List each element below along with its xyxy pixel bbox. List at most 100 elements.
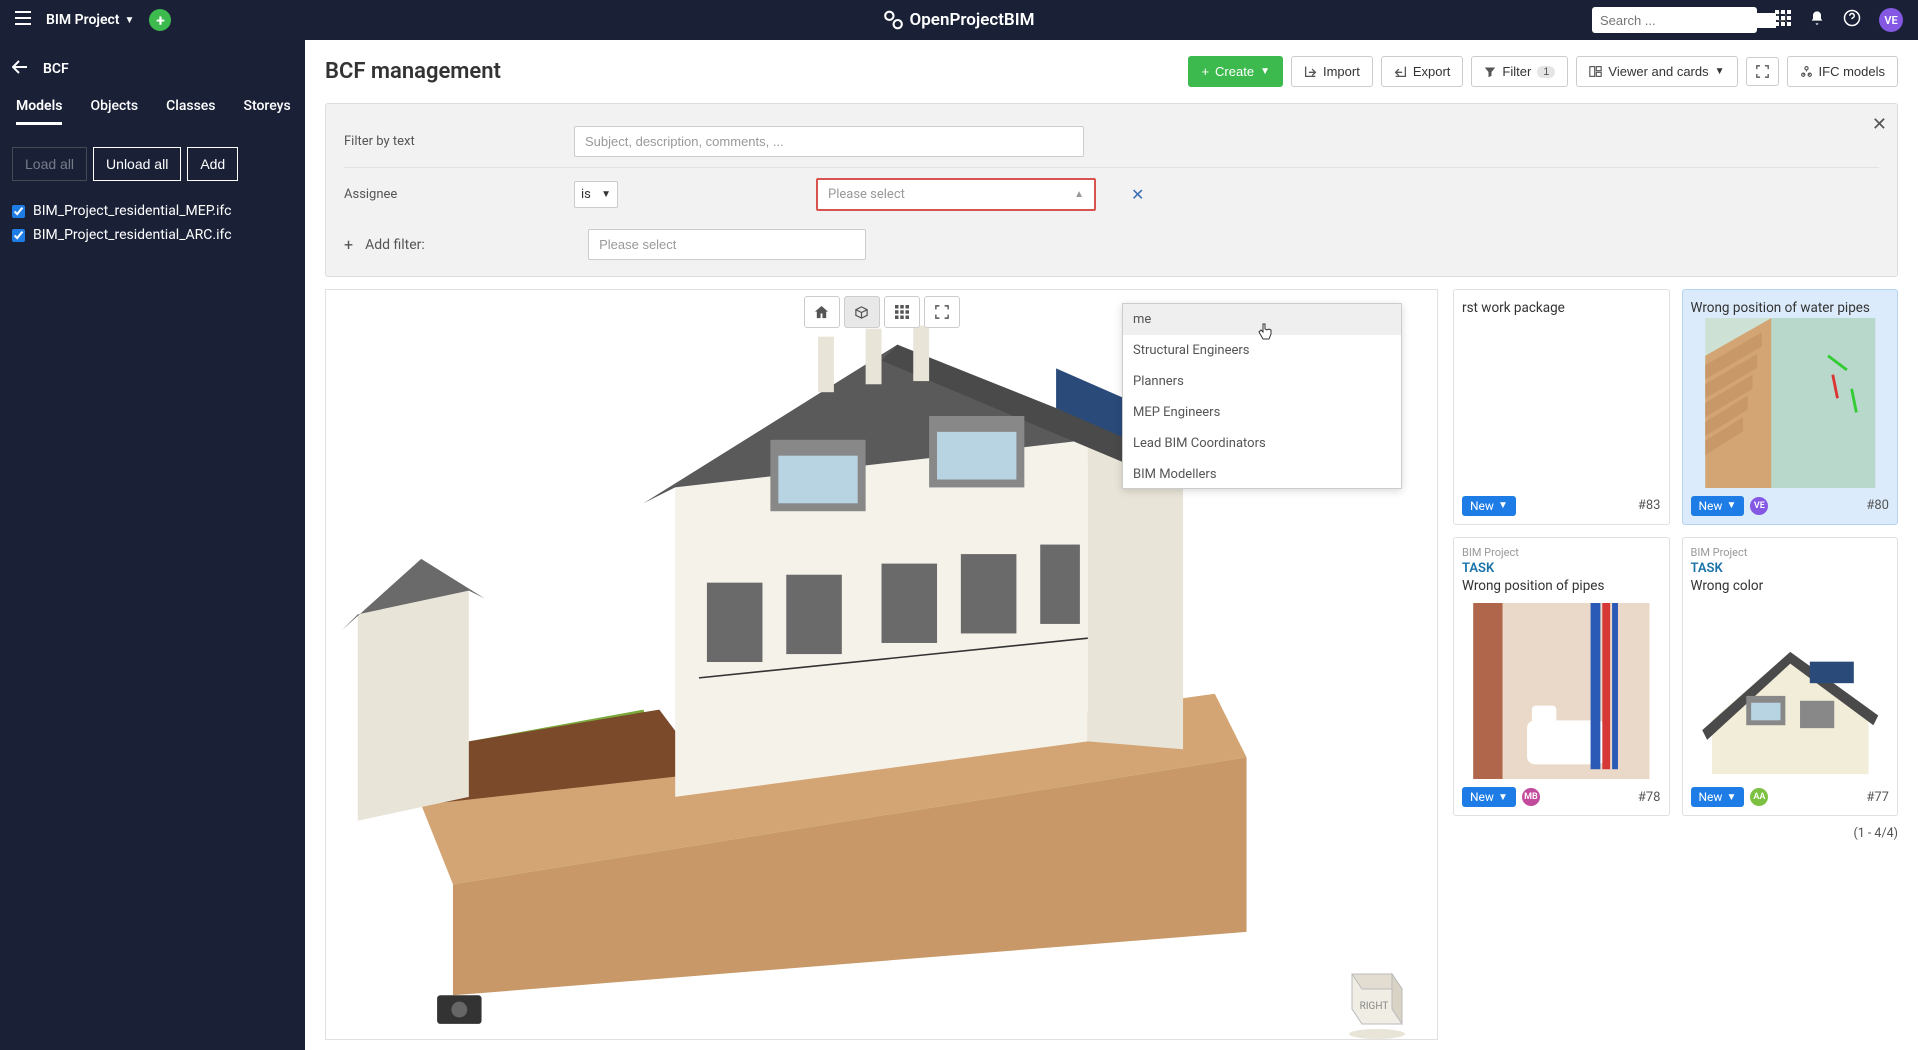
remove-filter-icon[interactable]: ✕ [1131,185,1144,204]
import-button[interactable]: Import [1291,56,1373,87]
top-left: BIM Project ▼ + [15,9,171,31]
sidebar-buttons: Load all Unload all Add [12,147,293,181]
status-badge[interactable]: New ▼ [1691,787,1745,807]
model-name[interactable]: BIM_Project_residential_MEP.ifc [33,203,231,219]
assignee-label: Assignee [344,187,574,202]
dropdown-option[interactable]: Planners [1123,366,1401,397]
cursor-icon [1257,323,1273,345]
chevron-up-icon: ▲ [1074,189,1084,200]
chevron-down-icon: ▼ [125,15,135,26]
filter-panel: ✕ Filter by text Assignee is ▼ Please se… [325,103,1898,277]
card-thumbnail [1691,603,1890,779]
chevron-down-icon: ▼ [1260,66,1270,77]
perspective-button[interactable] [844,296,880,328]
hamburger-icon[interactable] [15,11,31,29]
assignee-select[interactable]: Please select ▲ [816,178,1096,211]
layout: BCF Models Objects Classes Storeys Load all… [0,40,1918,1050]
dropdown-option[interactable]: MEP Engineers [1123,397,1401,428]
status-badge[interactable]: New ▼ [1462,787,1516,807]
filter-text-label: Filter by text [344,134,574,149]
user-avatar[interactable]: VE [1879,8,1903,32]
brand-logo: OpenProjectBIM [884,10,1035,30]
fit-view-button[interactable] [924,296,960,328]
dropdown-option[interactable]: Lead BIM Coordinators [1123,428,1401,459]
filter-row-text: Filter by text [344,116,1879,167]
apps-icon[interactable] [1775,10,1791,30]
brand-text: OpenProjectBIM [910,10,1035,30]
card-title: rst work package [1462,300,1661,318]
status-badge[interactable]: New ▼ [1462,496,1516,516]
sidebar-tab-storeys[interactable]: Storeys [244,98,291,125]
status-badge[interactable]: New ▼ [1691,496,1745,516]
project-name: BIM Project [46,12,120,28]
help-icon[interactable] [1843,9,1861,31]
filter-label: Filter [1502,64,1531,79]
search-input[interactable] [1600,13,1776,28]
bell-icon[interactable] [1809,10,1825,30]
sidebar-header: BCF [12,52,293,86]
add-project-button[interactable]: + [149,9,171,31]
filter-text-input[interactable] [574,126,1084,157]
top-right: VE [1592,7,1903,33]
unload-all-button[interactable]: Unload all [93,147,181,181]
chevron-down-icon: ▼ [601,189,611,200]
view-cube[interactable]: RIGHT [1332,949,1412,1039]
card-footer: New ▼VE#80 [1691,496,1890,516]
dropdown-option[interactable]: BIM Modellers [1123,459,1401,489]
viewer-toolbar [802,296,962,328]
back-arrow-icon[interactable] [12,60,28,78]
work-package-card[interactable]: BIM ProjectTASKWrong colorNew ▼AA#77 [1682,537,1899,817]
ifc-models-label: IFC models [1819,64,1885,79]
main: BCF management + Create ▼ Import Export [305,40,1918,1050]
work-package-card[interactable]: rst work package New ▼ #83 [1453,289,1670,525]
sidebar-title: BCF [43,61,69,77]
card-project: BIM Project [1691,546,1890,559]
add-filter-label: Add filter: [365,237,578,253]
sidebar-tab-models[interactable]: Models [16,98,62,125]
work-package-card[interactable]: BIM ProjectTASKWrong position of pipesNe… [1453,537,1670,817]
card-id: #83 [1638,498,1661,513]
view-mode-label: Viewer and cards [1608,64,1708,79]
card-thumbnail [1462,603,1661,779]
assignee-avatar: AA [1750,788,1768,806]
model-checkbox[interactable] [12,229,25,242]
model-item: BIM_Project_residential_MEP.ifc [12,199,293,223]
sidebar-tab-classes[interactable]: Classes [166,98,215,125]
global-search[interactable] [1592,7,1757,33]
assignee-operator-select[interactable]: is ▼ [574,181,618,208]
home-view-button[interactable] [804,296,840,328]
sidebar-tabs: Models Objects Classes Storeys [12,98,293,125]
top-header: BIM Project ▼ + OpenProjectBIM VE [0,0,1918,40]
card-id: #80 [1866,498,1889,513]
add-model-button[interactable]: Add [187,147,238,181]
project-selector[interactable]: BIM Project ▼ [46,12,134,28]
sidebar-tab-objects[interactable]: Objects [90,98,138,125]
card-type: TASK [1691,561,1890,576]
ifc-models-button[interactable]: IFC models [1787,56,1898,87]
card-title: Wrong position of water pipes [1691,300,1890,318]
export-button[interactable]: Export [1381,56,1464,87]
main-header: BCF management + Create ▼ Import Export [305,40,1918,103]
filter-button[interactable]: Filter 1 [1471,56,1568,87]
sidebar: BCF Models Objects Classes Storeys Load all… [0,40,305,1050]
cards-panel: rst work package New ▼ #83 Wrong position o… [1453,289,1898,1040]
chevron-down-icon: ▼ [1715,66,1725,77]
card-type: TASK [1462,561,1661,576]
model-checkbox[interactable] [12,205,25,218]
card-project: BIM Project [1462,546,1661,559]
page-title: BCF management [325,59,501,84]
card-id: #77 [1866,790,1889,805]
toolbar: + Create ▼ Import Export Filter 1 [1188,56,1898,87]
operator-value: is [581,187,591,202]
model-name[interactable]: BIM_Project_residential_ARC.ifc [33,227,232,243]
close-icon[interactable]: ✕ [1872,114,1887,135]
grid-view-button[interactable] [884,296,920,328]
add-filter-select[interactable] [588,229,866,260]
content-row: RIGHT rst work package New ▼ #83 Wrong posi… [305,289,1918,1050]
view-mode-button[interactable]: Viewer and cards ▼ [1576,56,1737,87]
export-label: Export [1413,64,1451,79]
create-button[interactable]: + Create ▼ [1188,56,1283,87]
fullscreen-button[interactable] [1746,57,1779,86]
work-package-card[interactable]: Wrong position of water pipes New ▼VE#80 [1682,289,1899,525]
assignee-avatar: MB [1522,788,1540,806]
